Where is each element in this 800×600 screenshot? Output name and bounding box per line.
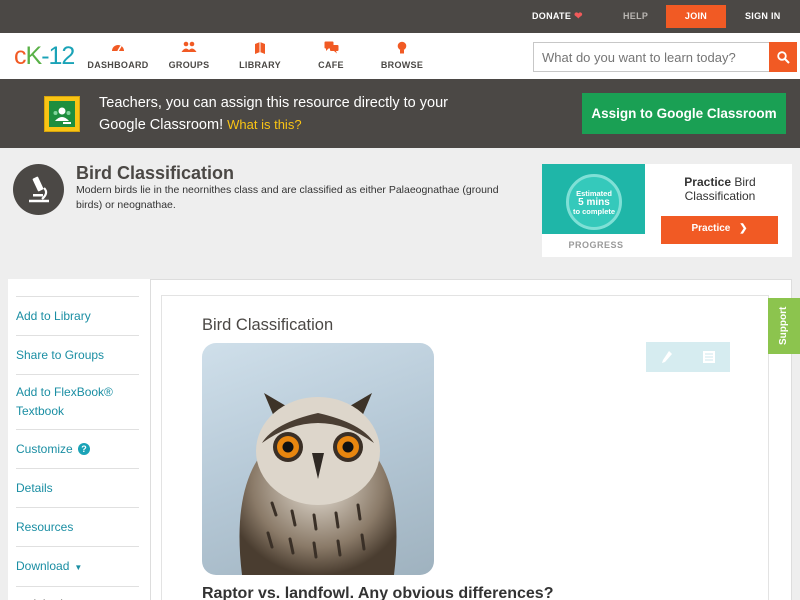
sidebar-item-add-to-flexbook[interactable]: Add to FlexBook® Textbook bbox=[16, 375, 139, 430]
browse-icon bbox=[367, 41, 437, 57]
annotation-toolbar bbox=[646, 342, 730, 372]
microscope-icon bbox=[13, 164, 64, 215]
to-complete-label: to complete bbox=[572, 207, 616, 216]
dashboard-icon bbox=[83, 41, 153, 57]
nav-dashboard-label: DASHBOARD bbox=[87, 60, 149, 70]
progress-label: PROGRESS bbox=[568, 240, 624, 250]
article-subtitle: Raptor vs. landfowl. Any obvious differe… bbox=[202, 585, 554, 600]
sidebar-list: Add to Library Share to Groups Add to Fl… bbox=[16, 296, 139, 600]
sidebar-item-customize[interactable]: Customize ? bbox=[16, 430, 139, 469]
practice-progress-image: Estimated 5 mins to complete bbox=[542, 164, 645, 234]
caret-down-icon: ▼ bbox=[74, 563, 83, 572]
chevron-right-icon: ❯ bbox=[739, 223, 748, 234]
resource-sidebar: Add to Library Share to Groups Add to Fl… bbox=[8, 279, 151, 600]
practice-title: Practice Bird Classification bbox=[665, 175, 775, 203]
highlighter-icon[interactable] bbox=[646, 342, 688, 372]
sign-in-link[interactable]: SIGN IN bbox=[745, 0, 781, 33]
search-icon bbox=[776, 50, 790, 64]
join-button[interactable]: JOIN bbox=[666, 5, 726, 28]
help-link[interactable]: HELP bbox=[623, 0, 648, 33]
quick-tips-heading[interactable]: Quick Tips bbox=[16, 587, 139, 600]
support-tab[interactable]: Support bbox=[768, 298, 800, 354]
concept-description: Modern birds lie in the neornithes class… bbox=[76, 184, 499, 211]
search-input[interactable] bbox=[533, 42, 771, 72]
ck12-logo[interactable]: cK-12 bbox=[14, 42, 75, 71]
cafe-icon bbox=[296, 41, 366, 57]
logo-12: -12 bbox=[41, 42, 75, 70]
nav-cafe[interactable]: CAFE bbox=[296, 41, 366, 70]
customize-label: Customize bbox=[16, 442, 73, 456]
nav-library-label: LIBRARY bbox=[239, 60, 281, 70]
nav-library[interactable]: LIBRARY bbox=[225, 41, 295, 70]
sidebar-item-download[interactable]: Download ▼ bbox=[16, 547, 139, 587]
logo-c: c bbox=[14, 42, 26, 70]
download-label: Download bbox=[16, 559, 70, 573]
top-bar: DONATE ❤ HELP JOIN SIGN IN bbox=[0, 0, 800, 33]
sidebar-item-resources[interactable]: Resources bbox=[16, 508, 139, 547]
nav-browse[interactable]: BROWSE bbox=[367, 41, 437, 70]
heart-icon: ❤ bbox=[574, 11, 583, 22]
nav-cafe-label: CAFE bbox=[318, 60, 344, 70]
sidebar-item-details[interactable]: Details bbox=[16, 469, 139, 508]
what-is-this-link[interactable]: What is this? bbox=[227, 117, 301, 132]
main-nav: cK-12 DASHBOARD GROUPS LIBRARY CAFE BROW… bbox=[0, 33, 800, 79]
donate-link[interactable]: DONATE ❤ bbox=[532, 0, 583, 33]
logo-k: K bbox=[25, 42, 43, 70]
practice-title-bold: Practice bbox=[684, 175, 731, 189]
google-classroom-icon bbox=[44, 96, 80, 132]
notes-icon[interactable] bbox=[688, 342, 730, 372]
practice-button-label: Practice bbox=[691, 223, 731, 234]
nav-browse-label: BROWSE bbox=[380, 60, 424, 70]
groups-icon bbox=[154, 41, 224, 57]
sidebar-item-add-to-library[interactable]: Add to Library bbox=[16, 297, 139, 336]
nav-groups-label: GROUPS bbox=[168, 60, 210, 70]
help-question-icon[interactable]: ? bbox=[78, 443, 91, 455]
banner-message: Teachers, you can assign this resource d… bbox=[99, 93, 459, 136]
assign-google-classroom-button[interactable]: Assign to Google Classroom bbox=[582, 93, 786, 134]
estimated-mins: 5 mins bbox=[578, 197, 610, 208]
estimated-time-badge: Estimated 5 mins to complete bbox=[566, 174, 622, 230]
library-icon bbox=[225, 41, 295, 57]
practice-button[interactable]: Practice ❯ bbox=[661, 216, 778, 244]
nav-dashboard[interactable]: DASHBOARD bbox=[83, 41, 153, 70]
practice-card: Estimated 5 mins to complete PROGRESS Pr… bbox=[542, 164, 792, 257]
article-title: Bird Classification bbox=[202, 316, 334, 334]
donate-label: DONATE bbox=[532, 11, 572, 21]
search-button[interactable] bbox=[769, 42, 797, 72]
sidebar-item-share-to-groups[interactable]: Share to Groups bbox=[16, 336, 139, 375]
concept-title: Bird Classification bbox=[76, 163, 235, 183]
owl-image bbox=[202, 343, 434, 575]
nav-groups[interactable]: GROUPS bbox=[154, 41, 224, 70]
